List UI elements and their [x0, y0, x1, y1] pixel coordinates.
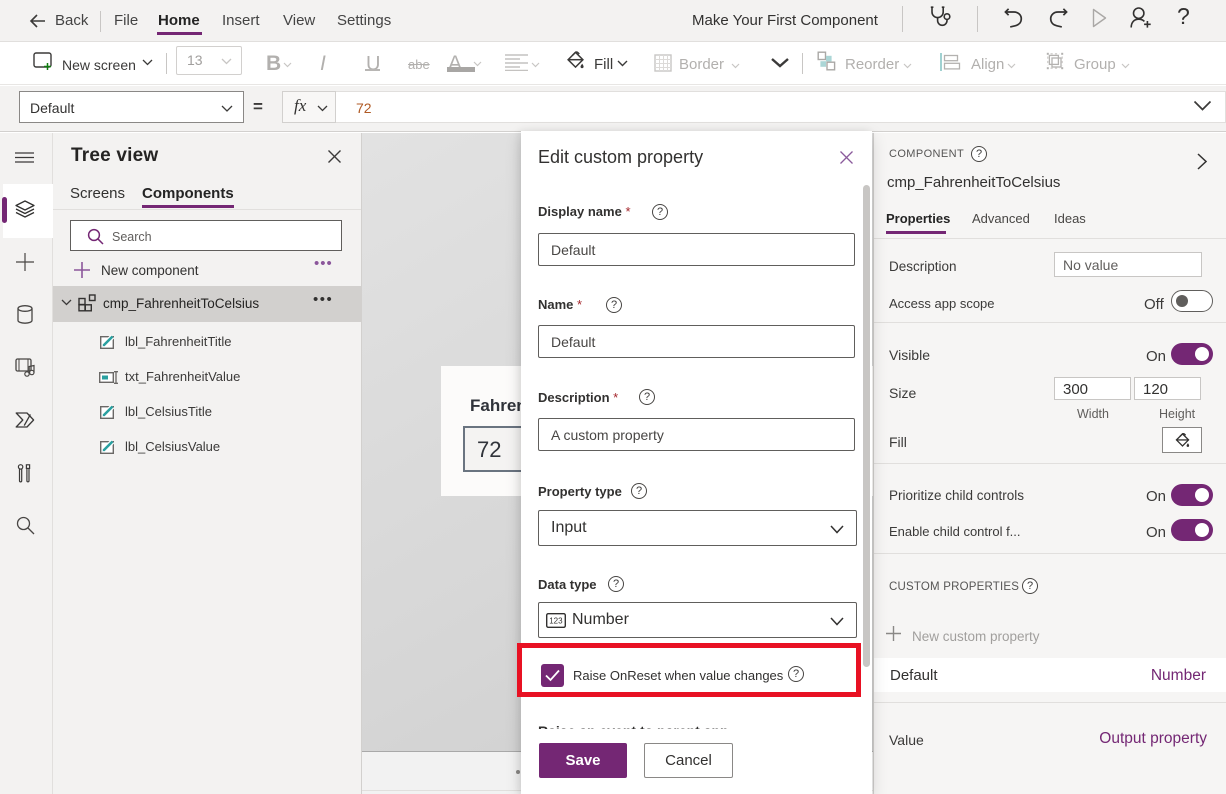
svg-text:123: 123: [549, 617, 563, 626]
